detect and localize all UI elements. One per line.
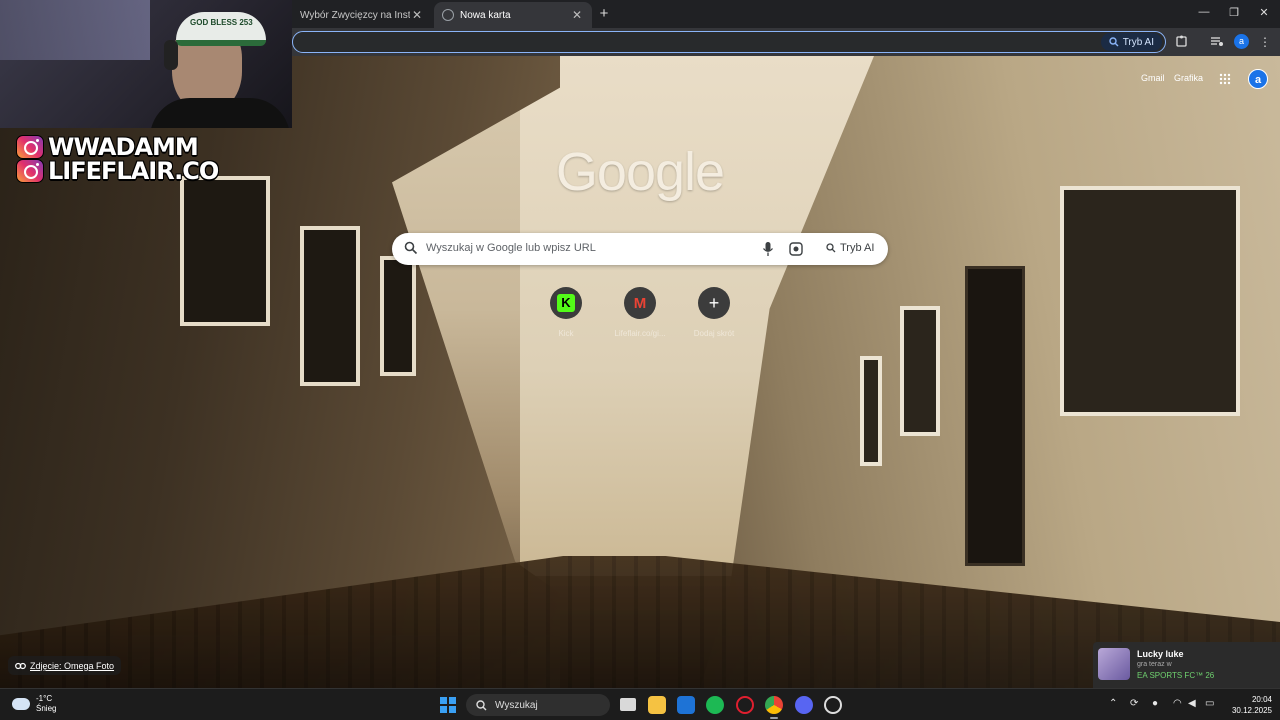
instagram-icon bbox=[16, 135, 44, 159]
ai-mode-label: Tryb AI bbox=[840, 242, 875, 254]
weather-temp: -1°C bbox=[36, 694, 53, 703]
active-app-indicator bbox=[770, 717, 778, 719]
search-placeholder: Wyszukaj w Google lub wpisz URL bbox=[426, 242, 596, 254]
plus-icon: + bbox=[698, 287, 730, 319]
game-title: EA SPORTS FC™ 26 bbox=[1137, 671, 1215, 680]
microphone-icon[interactable] bbox=[762, 241, 774, 257]
friend-avatar bbox=[1098, 648, 1130, 680]
background-window bbox=[300, 226, 360, 386]
spotify-icon[interactable] bbox=[706, 696, 724, 714]
background-window bbox=[860, 356, 882, 466]
ai-mode-label: Tryb AI bbox=[1122, 36, 1154, 48]
gmail-link[interactable]: Gmail bbox=[1141, 73, 1165, 83]
photo-credit-text: Zdjęcie: Omega Foto bbox=[30, 660, 115, 671]
social-handle-2: LIFEFLAIR.CO bbox=[16, 157, 219, 185]
clock-time: 20:04 bbox=[1251, 695, 1272, 704]
background-window bbox=[1060, 186, 1240, 416]
restore-icon[interactable]: ❐ bbox=[1224, 6, 1244, 19]
friend-name: Lucky luke bbox=[1137, 649, 1184, 659]
shortcut-add[interactable]: + Dodaj skrót bbox=[679, 287, 749, 338]
clock-date: 30.12.2025 bbox=[1231, 706, 1272, 715]
activity-status: gra teraz w bbox=[1137, 661, 1172, 668]
webcam-background bbox=[0, 0, 150, 60]
google-apps-icon[interactable] bbox=[1219, 73, 1231, 85]
google-logo: Google bbox=[555, 142, 725, 202]
microphone-tray-icon[interactable]: ● bbox=[1152, 698, 1158, 709]
tab-instagram-winner[interactable]: Wybór Zwycięzcy na Instagram ✕ bbox=[292, 2, 432, 28]
background-window bbox=[900, 306, 940, 436]
weather-desc: Śnieg bbox=[36, 704, 57, 713]
browser-menu-icon[interactable]: ⋮ bbox=[1257, 34, 1273, 50]
new-tab-plus-icon[interactable]: + bbox=[596, 5, 612, 22]
steam-icon[interactable] bbox=[824, 696, 842, 714]
show-hidden-icons-chevron[interactable]: ⌃ bbox=[1109, 698, 1117, 709]
chrome-tab-icon bbox=[442, 9, 454, 21]
media-controls-icon[interactable] bbox=[1209, 34, 1225, 50]
profile-avatar[interactable]: a bbox=[1248, 69, 1268, 89]
shortcut-label: Lifeflair.co/gi... bbox=[614, 329, 666, 338]
instagram-icon bbox=[16, 159, 44, 183]
close-tab-icon[interactable]: ✕ bbox=[570, 8, 584, 22]
shortcut-label: Dodaj skrót bbox=[693, 329, 735, 338]
close-tab-icon[interactable]: ✕ bbox=[410, 8, 424, 22]
ai-search-icon bbox=[826, 243, 836, 253]
minimize-icon[interactable]: — bbox=[1194, 6, 1214, 18]
google-lens-icon[interactable] bbox=[789, 242, 803, 256]
profile-avatar-small[interactable]: a bbox=[1234, 34, 1249, 49]
tab-title: Nowa karta bbox=[460, 9, 511, 21]
taskbar: -1°C Śnieg Wyszukaj ⌃ ⟳ ● ◠ ◀ ▭ 20:04 30… bbox=[0, 688, 1280, 720]
ntp-search-box[interactable]: Wyszukaj w Google lub wpisz URL Tryb AI bbox=[392, 233, 888, 265]
extensions-puzzle-icon[interactable] bbox=[1174, 34, 1190, 50]
search-icon bbox=[404, 241, 418, 255]
clock[interactable]: 20:04 30.12.2025 bbox=[1228, 694, 1272, 716]
address-bar[interactable]: Tryb AI bbox=[292, 31, 1166, 53]
outlook-icon[interactable] bbox=[677, 696, 695, 714]
task-view-icon[interactable] bbox=[620, 698, 636, 711]
opera-gx-icon[interactable] bbox=[736, 696, 754, 714]
social-handle-text: LIFEFLAIR.CO bbox=[48, 157, 219, 185]
shortcut-lifeflair[interactable]: M Lifeflair.co/gi... bbox=[605, 287, 675, 338]
kick-icon: K bbox=[550, 287, 582, 319]
shortcut-kick[interactable]: K Kick bbox=[531, 287, 601, 338]
background-door bbox=[965, 266, 1025, 566]
ntp-ai-mode-button[interactable]: Tryb AI bbox=[826, 242, 874, 254]
windows-start-icon[interactable] bbox=[440, 697, 456, 713]
ai-search-icon bbox=[1108, 37, 1119, 47]
chrome-icon[interactable] bbox=[765, 696, 783, 714]
background-window bbox=[180, 176, 270, 326]
webcam-overlay: GOD BLESS 253 bbox=[0, 0, 292, 128]
photo-credit-link[interactable]: Zdjęcie: Omega Foto bbox=[8, 656, 122, 675]
activity-notification[interactable]: Lucky luke gra teraz w EA SPORTS FC™ 26 bbox=[1093, 642, 1280, 688]
shortcut-label: Kick bbox=[558, 329, 574, 338]
streamer-body bbox=[150, 98, 290, 128]
link-icon bbox=[15, 662, 26, 669]
tab-new-tab[interactable]: Nowa karta ✕ bbox=[434, 2, 592, 28]
cap-text: GOD BLESS 253 bbox=[190, 18, 253, 27]
sync-icon[interactable]: ⟳ bbox=[1130, 698, 1138, 709]
battery-icon[interactable]: ▭ bbox=[1205, 698, 1214, 709]
taskbar-search[interactable]: Wyszukaj bbox=[466, 694, 610, 716]
file-explorer-icon[interactable] bbox=[648, 696, 666, 714]
images-link[interactable]: Grafika bbox=[1174, 73, 1203, 83]
tab-title: Wybór Zwycięzcy na Instagram bbox=[300, 9, 410, 21]
close-window-icon[interactable]: ✕ bbox=[1254, 6, 1274, 19]
weather-widget[interactable]: -1°C Śnieg bbox=[12, 694, 56, 714]
headset bbox=[164, 40, 178, 70]
gmail-icon: M bbox=[624, 287, 656, 319]
search-icon bbox=[476, 699, 487, 710]
discord-icon[interactable] bbox=[795, 696, 813, 714]
taskbar-search-label: Wyszukaj bbox=[495, 699, 538, 711]
background-window bbox=[380, 256, 416, 376]
snow-cloud-icon bbox=[12, 698, 30, 710]
wifi-icon[interactable]: ◠ bbox=[1173, 698, 1182, 709]
volume-icon[interactable]: ◀ bbox=[1188, 698, 1196, 709]
ai-mode-button[interactable]: Tryb AI bbox=[1100, 33, 1162, 51]
